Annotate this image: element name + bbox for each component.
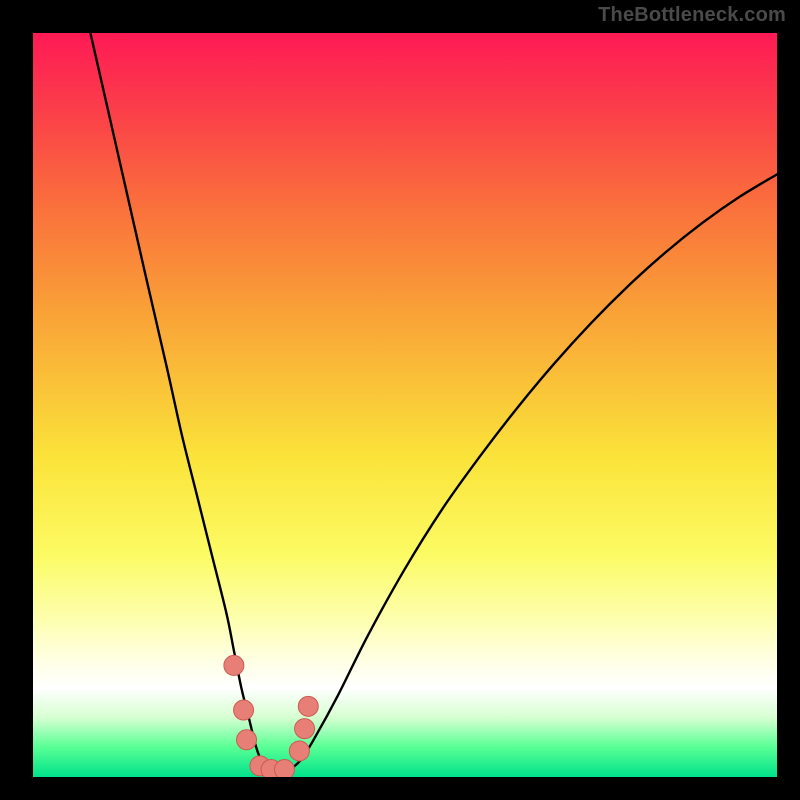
data-marker: [274, 760, 294, 777]
data-marker: [289, 741, 309, 761]
watermark-text: TheBottleneck.com: [598, 4, 786, 27]
data-marker: [224, 655, 244, 675]
chart-canvas: TheBottleneck.com: [0, 0, 800, 800]
data-marker: [298, 696, 318, 716]
marker-group: [224, 655, 318, 777]
data-marker: [295, 719, 315, 739]
data-marker: [237, 730, 257, 750]
chart-overlay: [33, 33, 777, 777]
bottleneck-curve: [33, 33, 777, 776]
data-marker: [234, 700, 254, 720]
